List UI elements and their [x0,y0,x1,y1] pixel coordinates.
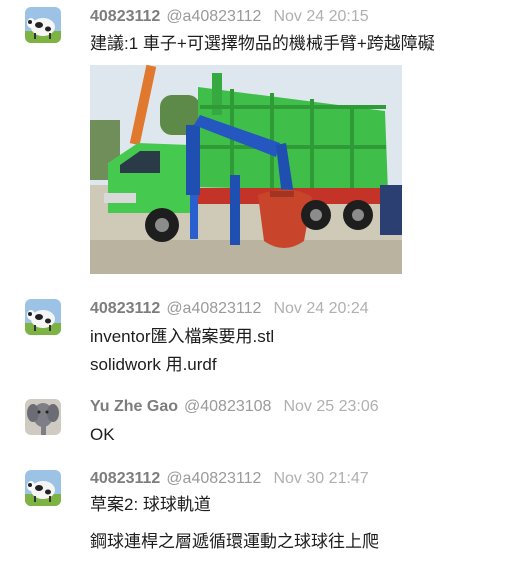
author-name[interactable]: 40823112 [90,8,160,25]
message-text: inventor匯入檔案要用.stl [90,327,275,346]
author-handle[interactable]: @a40823112 [166,300,261,317]
author-handle[interactable]: @a40823112 [166,470,261,487]
timestamp[interactable]: Nov 24 20:15 [273,8,368,25]
timestamp[interactable]: Nov 25 23:06 [283,398,378,415]
message-text: solidwork 用.urdf [90,355,217,374]
author-name[interactable]: 40823112 [90,300,160,317]
message-text: 草案2: 球球軌道 [90,495,211,514]
avatar[interactable] [25,399,61,435]
message-text: OK [90,425,115,444]
message-header: Yu Zhe Gao @40823108 Nov 25 23:06 [90,397,379,417]
author-handle[interactable]: @40823108 [184,398,271,415]
author-name[interactable]: 40823112 [90,470,160,487]
message-text: 建議:1 車子+可選擇物品的機械手臂+跨越障礙 [90,34,435,53]
message-header: 40823112 @a40823112 Nov 24 20:24 [90,299,369,319]
elephant-avatar-icon [25,399,61,435]
avatar[interactable] [25,470,61,506]
message-header: 40823112 @a40823112 Nov 30 21:47 [90,469,369,489]
avatar[interactable] [25,7,61,43]
timestamp[interactable]: Nov 30 21:47 [273,470,368,487]
cow-avatar-icon [25,7,61,43]
avatar[interactable] [25,299,61,335]
author-name[interactable]: Yu Zhe Gao [90,398,178,415]
message-text: 鋼球連桿之層遞循環運動之球球往上爬 [90,532,379,551]
timestamp[interactable]: Nov 24 20:24 [273,300,368,317]
attachment-image[interactable] [90,65,402,274]
author-handle[interactable]: @a40823112 [166,8,261,25]
cow-avatar-icon [25,470,61,506]
truck-with-crane-arm-photo [90,65,402,274]
cow-avatar-icon [25,299,61,335]
message-header: 40823112 @a40823112 Nov 24 20:15 [90,7,369,27]
